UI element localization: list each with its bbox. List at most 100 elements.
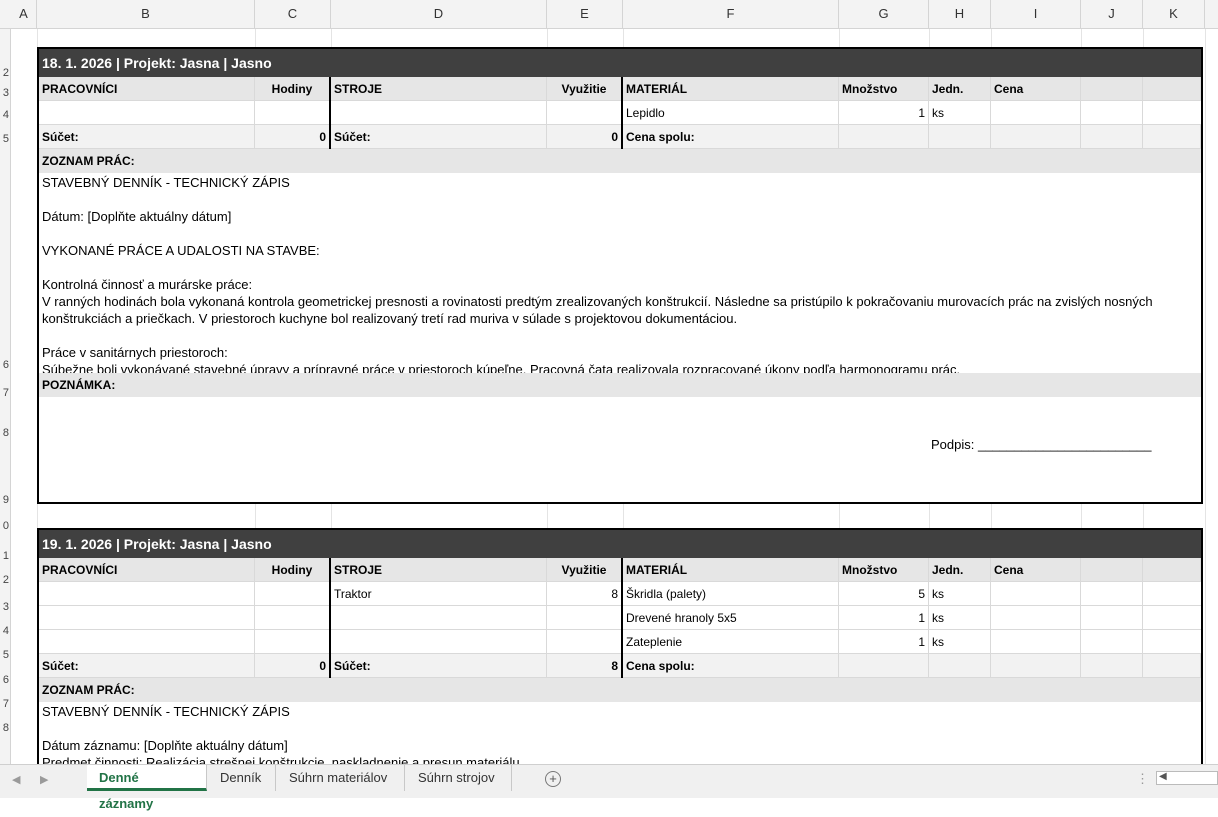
header-hours[interactable]: Hodiny: [255, 558, 331, 582]
arrow-left-icon[interactable]: ◀: [12, 773, 20, 786]
worker-cell[interactable]: [39, 101, 255, 125]
header-empty[interactable]: [1081, 77, 1143, 101]
usage-cell[interactable]: [547, 606, 623, 630]
more-vertical-icon[interactable]: ⋮: [1136, 771, 1149, 787]
price-cell[interactable]: [991, 606, 1081, 630]
hours-cell[interactable]: [255, 630, 331, 654]
empty-cell[interactable]: [1143, 582, 1201, 606]
worklist-text[interactable]: STAVEBNÝ DENNÍK - TECHNICKÝ ZÁPIS Dátum …: [39, 702, 1201, 766]
header-workers[interactable]: PRACOVNÍCI: [39, 77, 255, 101]
empty-cell[interactable]: [1143, 101, 1201, 125]
empty-cell[interactable]: [1081, 125, 1143, 149]
header-empty[interactable]: [1081, 558, 1143, 582]
quantity-cell[interactable]: 1: [839, 606, 929, 630]
header-qty[interactable]: Množstvo: [839, 558, 929, 582]
scroll-left-icon[interactable]: ◀: [1159, 771, 1167, 782]
worklist-text[interactable]: STAVEBNÝ DENNÍK - TECHNICKÝ ZÁPIS Dátum:…: [39, 173, 1201, 373]
header-usage[interactable]: Využitie: [547, 558, 623, 582]
price-cell[interactable]: [991, 630, 1081, 654]
unit-cell[interactable]: ks: [929, 630, 991, 654]
machine-cell[interactable]: [331, 606, 547, 630]
header-price[interactable]: Cena: [991, 77, 1081, 101]
empty-cell[interactable]: [1143, 125, 1201, 149]
empty-cell[interactable]: [1143, 630, 1201, 654]
empty-cell[interactable]: [839, 125, 929, 149]
header-usage[interactable]: Využitie: [547, 77, 623, 101]
price-cell[interactable]: [991, 582, 1081, 606]
column-header-k[interactable]: K: [1143, 0, 1205, 28]
tab-dennik[interactable]: Denník: [208, 765, 276, 791]
usage-cell[interactable]: 8: [547, 582, 623, 606]
empty-cell[interactable]: [991, 125, 1081, 149]
quantity-cell[interactable]: 5: [839, 582, 929, 606]
hours-cell[interactable]: [255, 101, 331, 125]
material-cell[interactable]: Drevené hranoly 5x5: [623, 606, 839, 630]
empty-cell[interactable]: [1081, 101, 1143, 125]
sum-usage[interactable]: 8: [547, 654, 623, 678]
empty-cell[interactable]: [1081, 582, 1143, 606]
machine-cell[interactable]: Traktor: [331, 582, 547, 606]
worker-cell[interactable]: [39, 630, 255, 654]
hours-cell[interactable]: [255, 606, 331, 630]
material-cell[interactable]: Zateplenie: [623, 630, 839, 654]
empty-cell[interactable]: [1081, 654, 1143, 678]
empty-cell[interactable]: [1143, 606, 1201, 630]
unit-cell[interactable]: ks: [929, 606, 991, 630]
tab-suhrn-strojov[interactable]: Súhrn strojov: [406, 765, 512, 791]
column-header-a[interactable]: A: [11, 0, 37, 28]
row-number: 6: [2, 359, 9, 371]
signature-line[interactable]: Podpis: ________________________: [931, 437, 1152, 452]
plus-icon[interactable]: +: [545, 771, 561, 787]
sum-usage[interactable]: 0: [547, 125, 623, 149]
header-empty[interactable]: [1143, 558, 1201, 582]
column-header-b[interactable]: B: [37, 0, 255, 28]
header-workers[interactable]: PRACOVNÍCI: [39, 558, 255, 582]
worker-cell[interactable]: [39, 582, 255, 606]
empty-cell[interactable]: [1143, 654, 1201, 678]
unit-cell[interactable]: ks: [929, 582, 991, 606]
quantity-cell[interactable]: 1: [839, 630, 929, 654]
column-header-c[interactable]: C: [255, 0, 331, 28]
machine-cell[interactable]: [331, 101, 547, 125]
material-cell[interactable]: Lepidlo: [623, 101, 839, 125]
arrow-right-icon[interactable]: ▶: [40, 773, 48, 786]
tab-denne-zaznamy[interactable]: Denné záznamy: [87, 765, 207, 811]
horizontal-scrollbar[interactable]: ◀: [1156, 771, 1218, 785]
column-header-g[interactable]: G: [839, 0, 929, 28]
header-price[interactable]: Cena: [991, 558, 1081, 582]
header-unit[interactable]: Jedn.: [929, 558, 991, 582]
empty-cell[interactable]: [1081, 630, 1143, 654]
worklist-line: Kontrolná činnosť a murárske práce:: [42, 277, 253, 292]
column-header-i[interactable]: I: [991, 0, 1081, 28]
unit-cell[interactable]: ks: [929, 101, 991, 125]
empty-cell[interactable]: [929, 125, 991, 149]
header-unit[interactable]: Jedn.: [929, 77, 991, 101]
machine-cell[interactable]: [331, 630, 547, 654]
material-cell[interactable]: Škridla (palety): [623, 582, 839, 606]
column-header-j[interactable]: J: [1081, 0, 1143, 28]
column-header-h[interactable]: H: [929, 0, 991, 28]
empty-cell[interactable]: [929, 654, 991, 678]
tab-suhrn-materialov[interactable]: Súhrn materiálov: [277, 765, 405, 791]
empty-cell[interactable]: [839, 654, 929, 678]
header-empty[interactable]: [1143, 77, 1201, 101]
empty-cell[interactable]: [1081, 606, 1143, 630]
worker-cell[interactable]: [39, 606, 255, 630]
header-machines[interactable]: STROJE: [331, 77, 547, 101]
sum-hours[interactable]: 0: [255, 654, 331, 678]
empty-cell[interactable]: [991, 654, 1081, 678]
column-header-e[interactable]: E: [547, 0, 623, 28]
column-header-f[interactable]: F: [623, 0, 839, 28]
sum-hours[interactable]: 0: [255, 125, 331, 149]
usage-cell[interactable]: [547, 101, 623, 125]
header-hours[interactable]: Hodiny: [255, 77, 331, 101]
header-qty[interactable]: Množstvo: [839, 77, 929, 101]
quantity-cell[interactable]: 1: [839, 101, 929, 125]
header-material[interactable]: MATERIÁL: [623, 558, 839, 582]
usage-cell[interactable]: [547, 630, 623, 654]
price-cell[interactable]: [991, 101, 1081, 125]
column-header-d[interactable]: D: [331, 0, 547, 28]
header-machines[interactable]: STROJE: [331, 558, 547, 582]
header-material[interactable]: MATERIÁL: [623, 77, 839, 101]
hours-cell[interactable]: [255, 582, 331, 606]
